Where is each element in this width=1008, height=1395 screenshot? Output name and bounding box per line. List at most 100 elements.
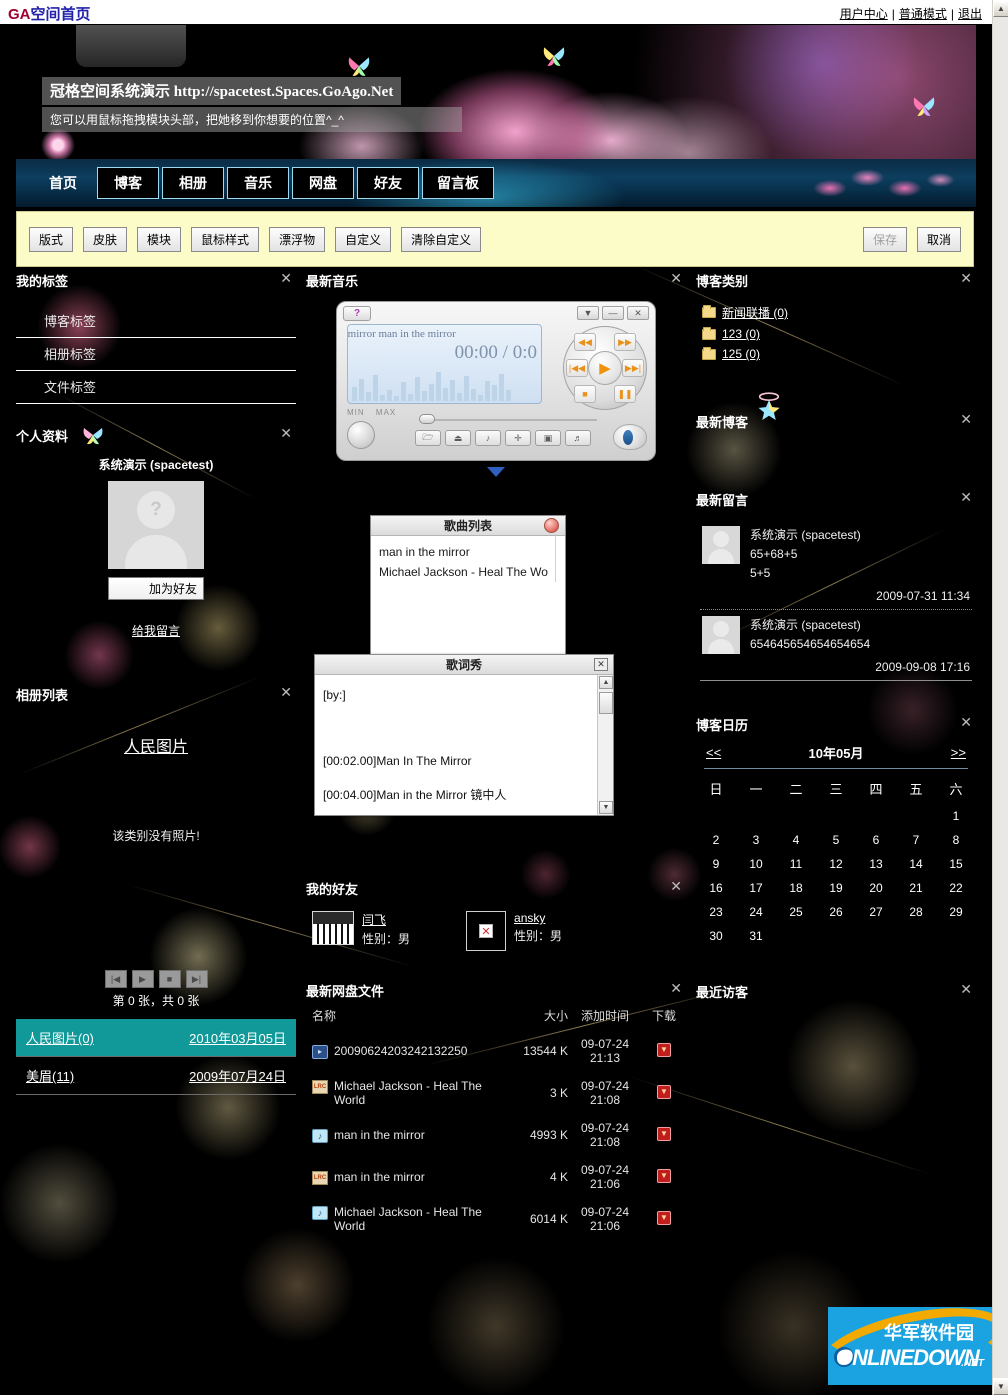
category-link[interactable]: 123 (0) [722, 327, 760, 341]
lyrics-close-icon[interactable]: ✕ [594, 658, 608, 671]
friend-item[interactable]: ✕ ansky 性别：男 [466, 911, 562, 951]
download-cell[interactable] [642, 1210, 686, 1228]
netdisk-row[interactable]: Michael Jackson - Heal The World 3 K 09-… [306, 1072, 686, 1114]
category-link[interactable]: 新闻联播 (0) [722, 304, 788, 321]
download-cell[interactable] [642, 1042, 686, 1060]
eject-icon[interactable]: ⏏ [445, 430, 471, 446]
album-row-date[interactable]: 2010年03月05日 [189, 1028, 286, 1047]
netdisk-row[interactable]: Michael Jackson - Heal The World 6014 K … [306, 1198, 686, 1240]
custom-button[interactable]: 自定义 [335, 226, 392, 252]
friend-avatar[interactable] [312, 911, 354, 945]
player-minimize-icon[interactable]: — [602, 306, 624, 320]
calendar-day[interactable]: 6 [856, 828, 896, 852]
nav-item-netdisk[interactable]: 网盘 [292, 167, 354, 199]
calendar-day[interactable]: 29 [936, 900, 976, 924]
calendar-day[interactable]: 4 [776, 828, 816, 852]
calendar-day[interactable] [936, 924, 976, 948]
module-header[interactable]: 最新网盘文件 ✕ [306, 977, 686, 1003]
calendar-day[interactable]: 15 [936, 852, 976, 876]
file-name-cell[interactable]: Michael Jackson - Heal The World [312, 1205, 502, 1233]
album-row[interactable]: 美眉(11) 2009年07月24日 [16, 1057, 296, 1095]
close-icon[interactable]: ✕ [280, 426, 292, 440]
pause-icon[interactable]: ❚❚ [614, 385, 636, 403]
calendar-day[interactable] [896, 924, 936, 948]
calendar-day[interactable] [896, 804, 936, 828]
netdisk-row[interactable]: 20090624203242132250 13544 K 09-07-24 21… [306, 1030, 686, 1072]
nav-item-friends[interactable]: 好友 [357, 167, 419, 199]
category-row[interactable]: 125 (0) [696, 344, 976, 364]
close-icon[interactable]: ✕ [960, 490, 972, 504]
volume-knob[interactable] [347, 421, 375, 449]
previous-track-icon[interactable]: |◀◀ [566, 359, 588, 377]
calendar-day[interactable]: 22 [936, 876, 976, 900]
calendar-day[interactable]: 11 [776, 852, 816, 876]
album-play-button[interactable]: ▶ [131, 970, 154, 988]
calendar-day[interactable]: 30 [696, 924, 736, 948]
nav-item-album[interactable]: 相册 [162, 167, 224, 199]
calendar-day[interactable] [856, 924, 896, 948]
calendar-day[interactable]: 7 [896, 828, 936, 852]
calendar-day[interactable] [816, 804, 856, 828]
song-row[interactable]: Michael Jackson - Heal The Wo [371, 562, 565, 582]
album-stop-button[interactable]: ■ [158, 970, 181, 988]
calendar-day[interactable]: 1 [936, 804, 976, 828]
scroll-down-arrow-icon[interactable]: ▼ [993, 1378, 1008, 1395]
calendar-day[interactable]: 10 [736, 852, 776, 876]
lyrics-title-bar[interactable]: 歌词秀 ✕ [315, 655, 613, 675]
calendar-day[interactable]: 16 [696, 876, 736, 900]
calendar-day[interactable]: 18 [776, 876, 816, 900]
calendar-prev-button[interactable]: << [706, 745, 721, 760]
fast-forward-icon[interactable]: ▶▶ [614, 333, 636, 351]
add-friend-button[interactable]: 加为好友 [108, 577, 204, 600]
module-header[interactable]: 最近访客 ✕ [696, 978, 976, 1004]
song-row[interactable]: man in the mirror [371, 542, 565, 562]
calendar-day[interactable]: 27 [856, 900, 896, 924]
site-logo[interactable]: GA空间首页 [8, 3, 91, 24]
album-last-button[interactable]: ▶| [185, 970, 208, 988]
tag-row-blog[interactable]: 博客标签 [16, 305, 296, 338]
calendar-day[interactable]: 9 [696, 852, 736, 876]
close-icon[interactable]: ✕ [960, 715, 972, 729]
album-link[interactable]: 人民图片 [124, 739, 188, 756]
category-link[interactable]: 125 (0) [722, 347, 760, 361]
calendar-day[interactable]: 5 [816, 828, 856, 852]
player-minimize-skin-icon[interactable]: ▼ [577, 306, 599, 320]
cancel-button[interactable]: 取消 [916, 226, 961, 252]
floating-object-button[interactable]: 漂浮物 [269, 226, 326, 252]
album-row-name[interactable]: 美眉(11) [26, 1066, 74, 1085]
calendar-next-button[interactable]: >> [951, 745, 966, 760]
module-header[interactable]: 博客日历 ✕ [696, 711, 976, 737]
help-button[interactable]: ? [343, 306, 371, 321]
calendar-day[interactable] [776, 804, 816, 828]
category-row[interactable]: 123 (0) [696, 324, 976, 344]
songlist-title-bar[interactable]: 歌曲列表 [371, 516, 565, 536]
rewind-icon[interactable]: ◀◀ [574, 333, 596, 351]
calendar-day[interactable] [776, 924, 816, 948]
equalizer-icon[interactable]: ♬ [565, 430, 591, 446]
calendar-day[interactable]: 24 [736, 900, 776, 924]
calendar-day[interactable]: 3 [736, 828, 776, 852]
file-name-cell[interactable]: 20090624203242132250 [312, 1044, 502, 1059]
module-header[interactable]: 个人资料 ✕ [16, 422, 296, 448]
player-close-icon[interactable]: ✕ [627, 306, 649, 320]
close-icon[interactable]: ✕ [960, 982, 972, 996]
calendar-day[interactable]: 2 [696, 828, 736, 852]
download-cell[interactable] [642, 1084, 686, 1102]
play-icon[interactable]: ▶ [588, 351, 622, 385]
close-icon[interactable]: ✕ [280, 685, 292, 699]
open-folder-icon[interactable]: 🗁 [415, 430, 441, 446]
calendar-day[interactable]: 26 [816, 900, 856, 924]
friend-name-link[interactable]: ansky [514, 911, 545, 925]
cursor-style-button[interactable]: 鼠标样式 [191, 226, 260, 252]
netdisk-row[interactable]: man in the mirror 4 K 09-07-24 21:06 [306, 1156, 686, 1198]
calendar-day[interactable]: 23 [696, 900, 736, 924]
calendar-day[interactable] [696, 804, 736, 828]
calendar-day[interactable]: 25 [776, 900, 816, 924]
lyrics-icon[interactable]: ▣ [535, 430, 561, 446]
friend-item[interactable]: 闫飞 性别：男 [312, 911, 410, 951]
lyrics-scroll-up-icon[interactable]: ▲ [599, 676, 613, 689]
calendar-day[interactable]: 28 [896, 900, 936, 924]
calendar-day[interactable]: 14 [896, 852, 936, 876]
songlist-window[interactable]: 歌曲列表 man in the mirror Michael Jackson -… [370, 515, 566, 657]
download-icon[interactable] [657, 1042, 671, 1057]
